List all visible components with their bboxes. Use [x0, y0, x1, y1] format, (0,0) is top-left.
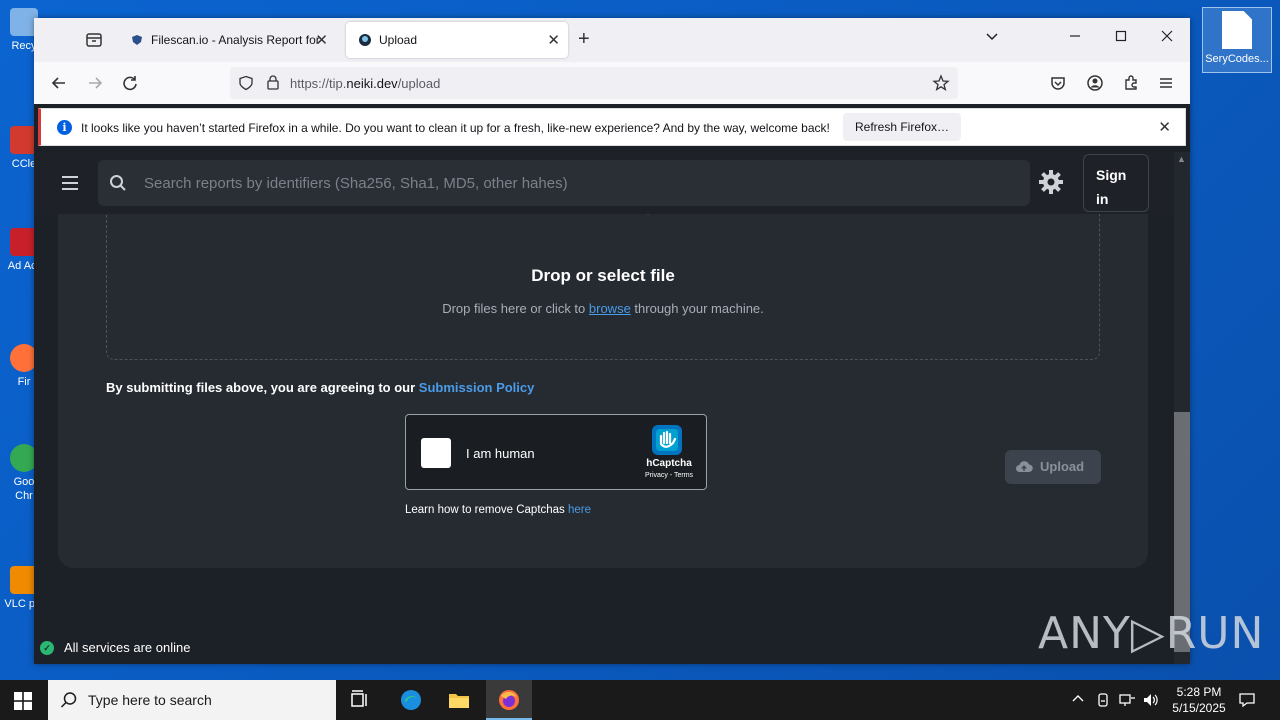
lock-icon[interactable] — [265, 74, 281, 91]
minimize-icon[interactable] — [1067, 28, 1083, 49]
site-header: Sign in — [34, 152, 1174, 214]
firefox-icon — [499, 690, 519, 710]
volume-icon[interactable] — [1142, 692, 1160, 711]
address-bar[interactable]: https://tip.neiki.dev/upload — [230, 67, 958, 99]
document-icon — [1222, 11, 1252, 49]
close-tab-icon[interactable]: ✕ — [547, 31, 560, 49]
extensions-icon[interactable] — [1120, 72, 1142, 94]
back-icon[interactable] — [48, 72, 70, 94]
captcha-privacy-terms[interactable]: Privacy - Terms — [626, 472, 712, 479]
tray-device-icon[interactable] — [1096, 692, 1110, 711]
notification-message: It looks like you haven’t started Firefo… — [81, 121, 830, 135]
account-icon[interactable] — [1084, 72, 1106, 94]
forward-icon[interactable] — [84, 72, 106, 94]
reload-icon[interactable] — [119, 72, 141, 94]
search-icon — [110, 175, 126, 191]
tray-overflow-icon[interactable] — [1071, 692, 1085, 709]
upload-card: Drop or select file Drop files here or c… — [58, 152, 1148, 568]
edge-icon[interactable] — [399, 688, 423, 712]
policy-text: By submitting files above, you are agree… — [106, 380, 535, 395]
filescan-favicon-icon — [132, 35, 142, 45]
hcaptcha-widget: I am human hCaptcha Privacy - Terms — [405, 414, 707, 490]
gear-icon[interactable] — [1038, 169, 1064, 195]
tab-filescan[interactable]: Filescan.io - Analysis Report for ✕ — [118, 22, 336, 58]
search-icon — [60, 692, 77, 708]
captcha-label: I am human — [466, 446, 535, 461]
drop-subtitle: Drop files here or click to browse throu… — [442, 301, 764, 316]
drop-title: Drop or select file — [531, 266, 675, 285]
report-search-input[interactable] — [144, 168, 1004, 198]
desktop-icon-file[interactable]: SeryCodes... — [1202, 7, 1272, 73]
page-content: Drop or select file Drop files here or c… — [34, 152, 1174, 664]
status-check-icon: ✓ — [40, 641, 54, 655]
upload-button[interactable]: Upload — [1005, 450, 1101, 484]
taskbar: Type here to search 5:28 PM 5/15/2025 — [0, 680, 1280, 720]
info-icon: i — [57, 120, 72, 135]
file-explorer-icon[interactable] — [447, 688, 471, 712]
system-clock[interactable]: 5:28 PM 5/15/2025 — [1160, 684, 1238, 716]
captcha-checkbox[interactable] — [421, 438, 451, 468]
sign-in-button[interactable]: Sign in — [1083, 154, 1149, 212]
url-text[interactable]: https://tip.neiki.dev/upload — [290, 76, 440, 91]
task-view-icon[interactable] — [348, 688, 372, 712]
anyrun-watermark: ANY▷RUN — [1038, 608, 1265, 659]
menu-icon[interactable] — [1155, 72, 1177, 94]
submission-policy-link[interactable]: Submission Policy — [419, 380, 535, 395]
bookmark-star-icon[interactable] — [932, 74, 950, 92]
pocket-icon[interactable] — [1047, 72, 1069, 94]
list-all-tabs-icon[interactable] — [984, 28, 1000, 49]
new-tab-button[interactable]: + — [578, 29, 590, 49]
scroll-up-icon[interactable]: ▲ — [1177, 154, 1186, 164]
tab-upload[interactable]: Upload ✕ — [346, 22, 568, 58]
close-notification-icon[interactable]: ✕ — [1158, 118, 1171, 136]
nav-bar: https://tip.neiki.dev/upload — [34, 62, 1190, 104]
close-window-icon[interactable] — [1159, 28, 1175, 49]
browser-window: Filescan.io - Analysis Report for ✕ Uplo… — [34, 18, 1190, 664]
close-tab-icon[interactable]: ✕ — [315, 31, 328, 49]
maximize-icon[interactable] — [1113, 28, 1129, 49]
windows-start-icon[interactable] — [14, 692, 32, 710]
hcaptcha-logo-icon — [652, 425, 682, 455]
network-icon[interactable] — [1118, 692, 1136, 711]
browse-link[interactable]: browse — [589, 301, 631, 316]
taskbar-search-box[interactable]: Type here to search — [48, 680, 336, 720]
refresh-firefox-button[interactable]: Refresh Firefox… — [843, 113, 962, 141]
notifications-icon[interactable] — [1238, 692, 1256, 711]
learn-captcha-text: Learn how to remove Captchas here — [405, 504, 592, 516]
cloud-upload-icon — [1016, 461, 1033, 472]
upload-favicon-icon — [359, 34, 371, 46]
hcaptcha-brand: hCaptcha — [646, 458, 692, 469]
hamburger-menu-icon[interactable] — [62, 176, 78, 190]
tab-bar: Filescan.io - Analysis Report for ✕ Uplo… — [34, 18, 1190, 62]
shield-icon[interactable] — [238, 75, 254, 91]
notification-bar: i It looks like you haven’t started Fire… — [38, 108, 1186, 146]
report-search-box — [98, 160, 1030, 206]
captcha-here-link[interactable]: here — [568, 504, 591, 516]
tab-list-icon[interactable] — [80, 28, 108, 52]
taskbar-firefox-active[interactable] — [486, 680, 532, 720]
page-scrollbar[interactable]: ▲ — [1174, 152, 1190, 664]
